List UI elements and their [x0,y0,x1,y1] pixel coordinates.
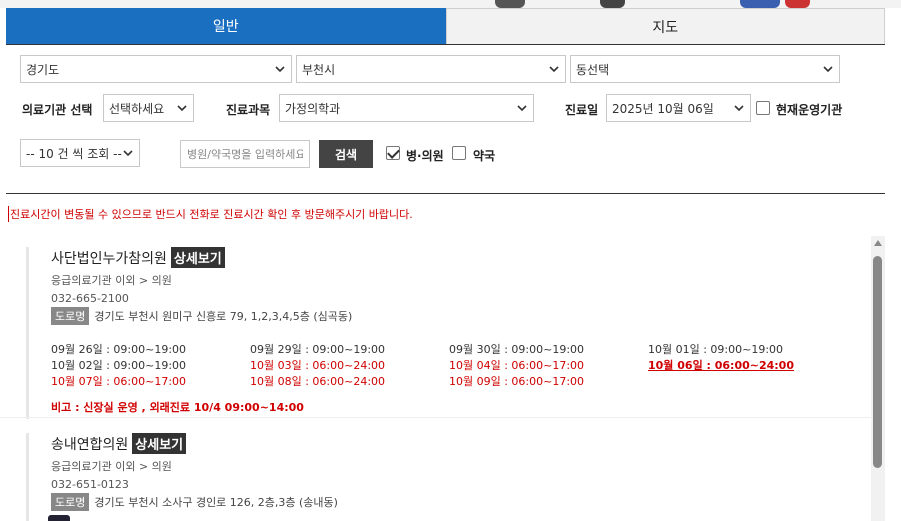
clinic-category: 응급의료기관 이외 > 의원 [51,274,172,287]
clinic-phone: 032-665-2100 [51,292,129,305]
top-banner-strip [0,0,901,8]
chevron-down-icon [517,105,527,112]
province-select[interactable]: 경기도 [20,55,292,83]
dong-value: 동선택 [576,62,610,77]
schedule-cell: 10월 03일 : 06:00~24:00 [250,359,386,372]
hospital-checkbox-label: 병·의원 [406,149,444,163]
detail-button[interactable]: 상세보기 [132,433,187,454]
clinic-phone: 032-651-0123 [51,478,129,491]
pharmacy-checkbox-label: 약국 [473,149,496,163]
schedule-cell-today: 10월 06일 : 06:00~24:00 [648,359,794,372]
road-address-badge: 도로명 [51,307,90,325]
chevron-down-icon [123,150,133,157]
results-list: 사단법인누가참의원 상세보기 응급의료기관 이외 > 의원 032-665-21… [0,233,885,521]
chevron-down-icon [549,66,559,73]
page-size-value: -- 10 건 씩 조회 -- [26,146,122,161]
tab-map[interactable]: 지도 [445,8,885,44]
clinic-name: 송내연합의원 [51,436,129,453]
page-size-select[interactable]: -- 10 건 씩 조회 -- [20,139,140,167]
city-value: 부천시 [302,62,336,77]
department-select[interactable]: 가정의학과 [279,94,534,122]
city-select[interactable]: 부천시 [296,55,566,83]
chevron-down-icon [275,66,285,73]
search-input[interactable] [180,140,310,168]
schedule-cell: 09월 29일 : 09:00~19:00 [250,343,386,356]
dong-select[interactable]: 동선택 [570,55,840,83]
schedule-cell: 10월 04일 : 06:00~17:00 [449,359,585,372]
result-item: 송내연합의원 상세보기 응급의료기관 이외 > 의원 032-651-0123 … [26,433,872,521]
clinic-address: 경기도 부천시 원미구 신흥로 79, 1,2,3,4,5층 (심곡동) [94,310,353,323]
detail-button[interactable]: 상세보기 [170,247,225,268]
institution-type-value: 선택하세요 [109,101,165,116]
department-value: 가정의학과 [285,101,341,116]
visit-notice: 진료시간이 변동될 수 있으므로 반드시 전화로 진료시간 확인 후 방문해주시… [8,206,413,222]
clinic-remark: 비고 : 신장실 운영 , 외래진료 10/4 09:00~14:00 [51,401,304,414]
result-item: 사단법인누가참의원 상세보기 응급의료기관 이외 > 의원 032-665-21… [26,247,872,419]
schedule-cell: 10월 01일 : 09:00~19:00 [648,343,784,356]
search-button[interactable]: 검색 [319,140,373,168]
road-address-badge: 도로명 [51,493,90,511]
open-now-label: 현재운영기관 [776,103,843,117]
schedule-cell: 10월 09일 : 06:00~17:00 [449,375,585,388]
partial-icon [48,515,70,521]
department-label: 진료과목 [226,103,271,117]
schedule-cell: 09월 26일 : 09:00~19:00 [51,343,187,356]
tab-general[interactable]: 일반 [6,8,446,44]
scroll-up-icon[interactable] [874,240,882,246]
results-scrollbar[interactable] [871,236,885,521]
clinic-category: 응급의료기관 이외 > 의원 [51,460,172,473]
institution-type-select[interactable]: 선택하세요 [103,94,194,122]
divider [6,193,885,194]
scroll-thumb[interactable] [873,256,882,468]
date-select[interactable]: 2025년 10월 06일 [606,94,751,122]
date-value: 2025년 10월 06일 [612,101,714,116]
schedule-cell: 09월 30일 : 09:00~19:00 [449,343,585,356]
schedule-cell: 10월 02일 : 09:00~19:00 [51,359,187,372]
schedule-cell: 10월 07일 : 06:00~17:00 [51,375,187,388]
chevron-down-icon [177,105,187,112]
schedule-cell: 10월 08일 : 06:00~24:00 [250,375,386,388]
view-tabs: 일반 지도 [6,8,885,45]
province-value: 경기도 [26,62,60,77]
open-now-checkbox[interactable] [756,101,770,115]
date-label: 진료일 [565,103,599,117]
pharmacy-checkbox[interactable] [452,146,466,160]
institution-type-label: 의료기관 선택 [22,103,93,117]
clinic-address: 경기도 부천시 소사구 경인로 126, 2층,3층 (송내동) [94,496,338,509]
chevron-down-icon [823,66,833,73]
schedule-grid: 09월 26일 : 09:00~19:00 09월 29일 : 09:00~19… [51,341,872,389]
hospital-checkbox[interactable] [386,146,400,160]
clinic-name: 사단법인누가참의원 [51,250,167,267]
result-separator [0,417,885,418]
chevron-down-icon [734,105,744,112]
